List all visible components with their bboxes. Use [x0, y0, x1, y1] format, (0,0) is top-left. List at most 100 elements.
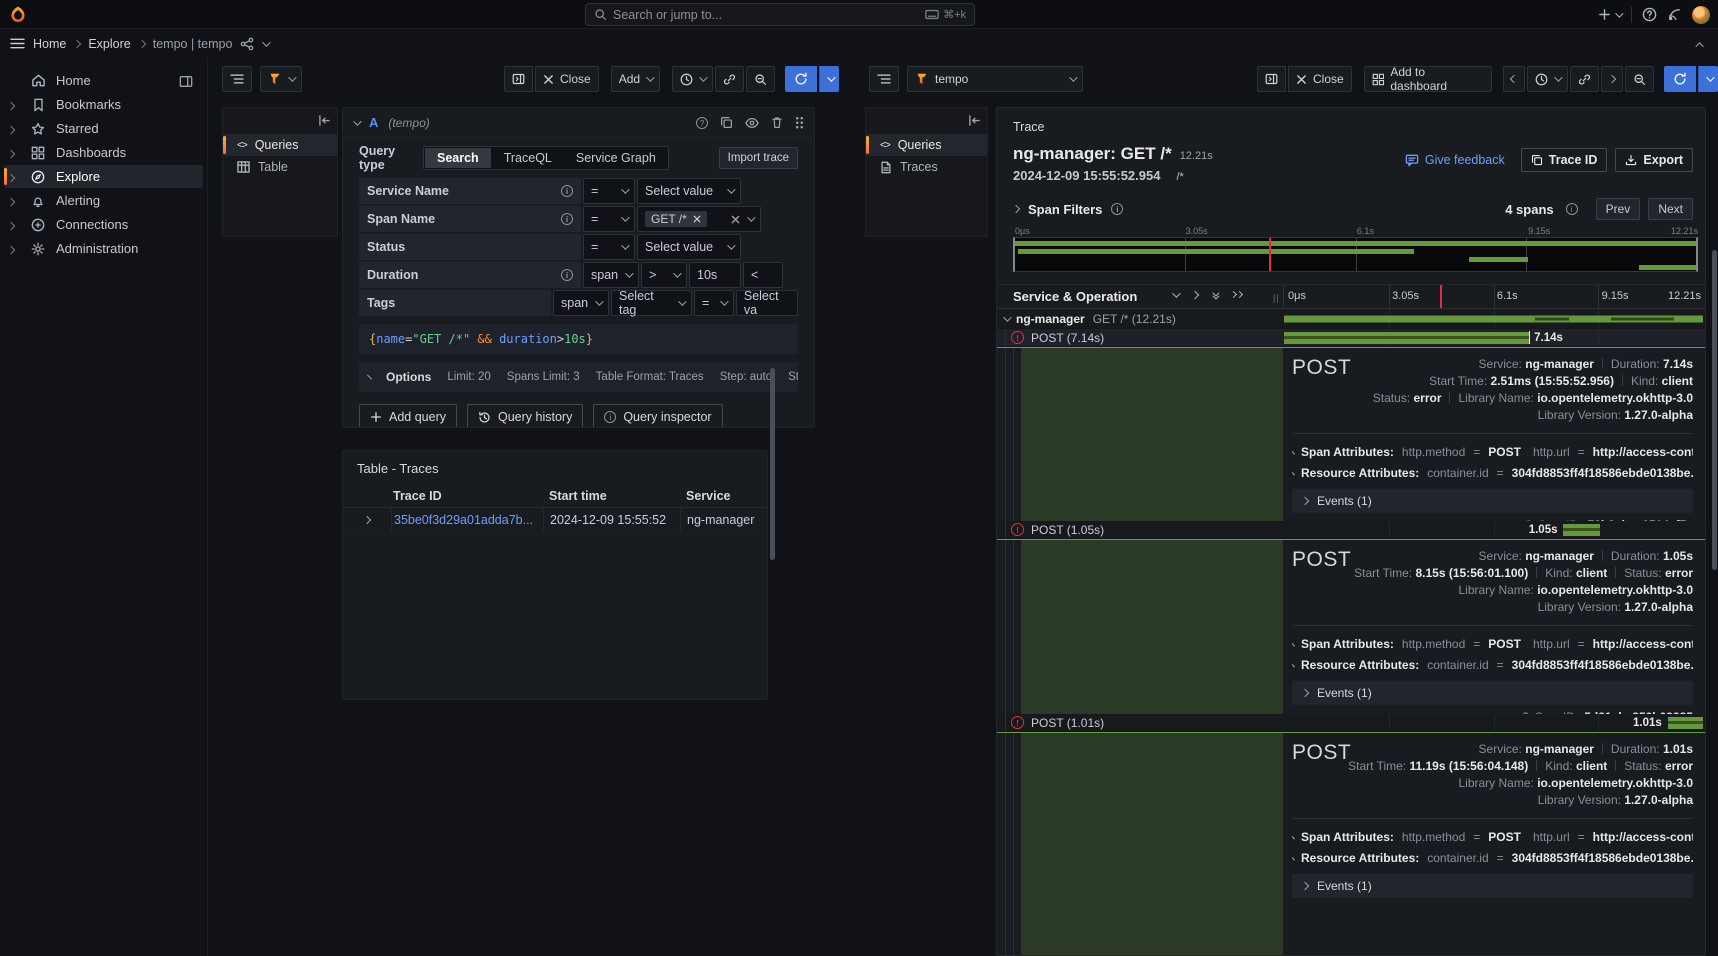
- span-bar-1[interactable]: [1284, 332, 1529, 344]
- collapse-sidebar-icon[interactable]: [318, 113, 331, 127]
- span-name-chip[interactable]: GET /*: [645, 211, 707, 227]
- span-row-1[interactable]: ! POST (7.14s) 7.14s: [997, 329, 1705, 347]
- new-button[interactable]: [1598, 8, 1621, 21]
- trace-id-link[interactable]: 35be0f3d29a01adda7b...: [391, 508, 543, 531]
- tags-value-select[interactable]: Select va: [736, 290, 798, 316]
- grafana-logo[interactable]: [9, 5, 27, 23]
- service-operation-header[interactable]: Service & Operation: [1013, 289, 1137, 304]
- add-button[interactable]: Add: [611, 66, 660, 92]
- sidebar-item-dashboards[interactable]: Dashboards: [4, 141, 203, 164]
- mode-service-graph[interactable]: Service Graph: [564, 147, 668, 169]
- import-trace-button[interactable]: Import trace: [719, 147, 798, 169]
- col-trace-id[interactable]: Trace ID: [391, 484, 543, 507]
- events-row[interactable]: Events (1): [1292, 489, 1693, 513]
- collapse-one-icon[interactable]: [1172, 289, 1180, 297]
- outline-toggle-button-right[interactable]: [869, 66, 899, 92]
- resource-attributes-row[interactable]: Resource Attributes: container.id=304fd8…: [1292, 462, 1693, 483]
- span-bar-2[interactable]: [1563, 524, 1599, 536]
- span-name-value-select[interactable]: GET /*: [637, 206, 761, 232]
- collapse-query-icon[interactable]: [353, 117, 361, 125]
- span-attributes-row[interactable]: Span Attributes: http.method=POST http.u…: [1292, 633, 1693, 654]
- span-row-3[interactable]: ! POST (1.01s) 1.01s: [997, 714, 1705, 732]
- help-icon[interactable]: [1642, 7, 1657, 22]
- time-shift-back-button[interactable]: [1503, 66, 1525, 92]
- span-bar-3[interactable]: [1668, 717, 1703, 729]
- expand-all-icon[interactable]: [1231, 292, 1242, 300]
- drag-handle-icon[interactable]: [795, 116, 804, 129]
- panel-title[interactable]: Table - Traces: [343, 451, 767, 484]
- breadcrumb-explore[interactable]: Explore: [88, 37, 130, 51]
- zoom-out-button-right[interactable]: [1625, 66, 1654, 92]
- add-to-dashboard-button[interactable]: Add to dashboard: [1364, 66, 1492, 92]
- collapse-icon[interactable]: [1003, 313, 1011, 321]
- span-row-root[interactable]: ng-manager GET /* (12.21s): [997, 310, 1705, 329]
- close-icon[interactable]: [693, 215, 701, 223]
- sidebar-item-alerting[interactable]: Alerting: [4, 189, 203, 212]
- next-button[interactable]: Next: [1648, 198, 1693, 220]
- span-id-row[interactable]: SpanID: 78b8cbaa6514af7a: [1292, 513, 1693, 521]
- time-picker-left[interactable]: [672, 66, 713, 92]
- column-resizer[interactable]: ||: [1273, 293, 1280, 303]
- eye-icon[interactable]: [745, 117, 759, 129]
- options-row[interactable]: Options Limit: 20 Spans Limit: 3 Table F…: [359, 362, 798, 392]
- panel-title[interactable]: Trace: [1013, 120, 1045, 134]
- expand-one-icon[interactable]: [1191, 291, 1199, 299]
- duration-op-select[interactable]: >: [641, 262, 687, 288]
- collapse-sidebar-icon[interactable]: [968, 113, 981, 127]
- query-history-button[interactable]: Query history: [467, 404, 583, 428]
- span-filters-toggle[interactable]: Span Filters i: [1013, 202, 1123, 217]
- prev-button[interactable]: Prev: [1596, 198, 1641, 220]
- mode-search[interactable]: Search: [425, 148, 491, 168]
- sidebar-item-connections[interactable]: Connections: [4, 213, 203, 236]
- query-help-icon[interactable]: ?: [696, 117, 708, 129]
- duration-op2-select[interactable]: <: [743, 262, 783, 288]
- run-query-button-right[interactable]: [1664, 66, 1696, 92]
- col-start-time[interactable]: Start time: [543, 484, 680, 507]
- news-icon[interactable]: [1667, 7, 1682, 22]
- chevron-down-icon[interactable]: [263, 38, 271, 46]
- give-feedback-link[interactable]: Give feedback: [1405, 153, 1505, 167]
- move-pane-button[interactable]: [504, 66, 533, 92]
- right-pane-scrollbar[interactable]: [1712, 250, 1717, 570]
- service-name-op-select[interactable]: =: [583, 178, 635, 204]
- resource-attributes-row[interactable]: Resource Attributes: container.id=304fd8…: [1292, 654, 1693, 675]
- datasource-picker-right[interactable]: tempo: [907, 66, 1083, 92]
- clear-icon[interactable]: [731, 215, 740, 224]
- run-query-caret-right[interactable]: [1698, 66, 1718, 92]
- col-service[interactable]: Service: [680, 484, 767, 507]
- left-pane-scrollbar[interactable]: [770, 368, 775, 560]
- span-attributes-row[interactable]: Span Attributes: http.method=POST http.u…: [1292, 441, 1693, 462]
- query-ref[interactable]: A: [369, 115, 378, 130]
- sidebar-item-bookmarks[interactable]: Bookmarks: [4, 93, 203, 116]
- status-value-select[interactable]: Select value: [637, 234, 741, 260]
- query-inspector-button[interactable]: i Query inspector: [593, 404, 722, 428]
- sidebar-item-home[interactable]: Home: [4, 69, 203, 92]
- span-id-row[interactable]: SpanID: 5d81ebc850b09985: [1292, 705, 1693, 714]
- run-query-button[interactable]: [785, 66, 817, 92]
- tags-scope-select[interactable]: span: [553, 290, 609, 316]
- close-left-pane-button[interactable]: Close: [535, 66, 599, 92]
- sidebar-item-starred[interactable]: Starred: [4, 117, 203, 140]
- export-button[interactable]: Export: [1615, 148, 1693, 172]
- avatar[interactable]: [1692, 6, 1710, 24]
- duration-value-input[interactable]: 10s: [689, 262, 741, 288]
- tab-traces-right[interactable]: Traces: [866, 156, 987, 178]
- link-split-button-right[interactable]: [1570, 66, 1599, 92]
- add-query-button[interactable]: Add query: [359, 404, 457, 428]
- events-row[interactable]: Events (1): [1292, 874, 1693, 898]
- status-op-select[interactable]: =: [583, 234, 635, 260]
- link-split-button[interactable]: [715, 66, 744, 92]
- search-input[interactable]: Search or jump to... ⌘+k: [585, 3, 975, 26]
- time-picker-right[interactable]: [1527, 66, 1568, 92]
- time-shift-forward-button[interactable]: [1601, 66, 1623, 92]
- span-row-2[interactable]: ! POST (1.05s) 1.05s: [997, 521, 1705, 539]
- outline-toggle-button[interactable]: [222, 66, 252, 92]
- close-right-pane-button[interactable]: Close: [1288, 66, 1352, 92]
- span-attributes-row[interactable]: Span Attributes: http.method=POST http.u…: [1292, 826, 1693, 847]
- tags-tag-select[interactable]: Select tag: [611, 290, 692, 316]
- tags-op-select[interactable]: =: [694, 290, 734, 316]
- trash-icon[interactable]: [771, 116, 783, 129]
- dock-panel-icon[interactable]: [179, 73, 193, 88]
- trace-minimap[interactable]: 0μs 3.05s 6.1s 9.15s 12.21s: [1013, 226, 1698, 272]
- events-row[interactable]: Events (1): [1292, 681, 1693, 705]
